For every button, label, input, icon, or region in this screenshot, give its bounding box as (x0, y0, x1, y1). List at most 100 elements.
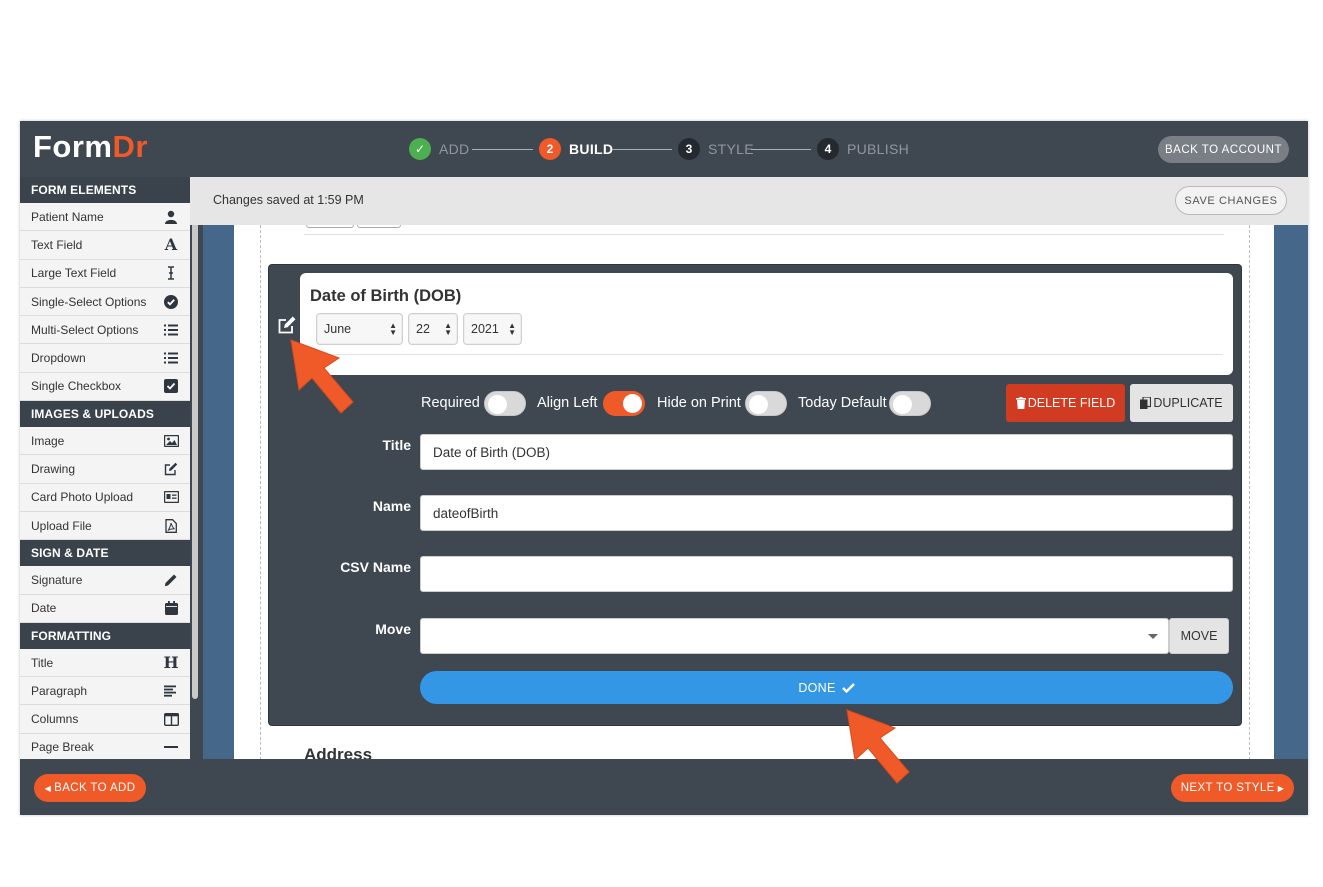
field-preview: Date of Birth (DOB) June ▲ ▼ 22 ▲ ▼ 2021 ▲ ▼ (300, 273, 1233, 375)
hide-on-print-toggle[interactable] (745, 391, 787, 416)
align-left-toggle[interactable] (603, 391, 645, 416)
sidebar-item-large-text-field[interactable]: Large Text Field (20, 259, 190, 288)
name-input[interactable]: dateofBirth (420, 495, 1233, 531)
file-pdf-icon (163, 518, 179, 534)
sidebar-item-card-photo-upload[interactable]: Card Photo Upload (20, 483, 190, 512)
step-publish[interactable]: 4 PUBLISH (817, 138, 909, 160)
text-cursor-icon (163, 265, 179, 281)
day-select[interactable]: 22 ▲ ▼ (408, 313, 458, 345)
caret-right-icon: ▶ (1277, 783, 1285, 793)
calendar-icon (163, 600, 179, 616)
image-icon (163, 433, 179, 449)
sidebar-item-single-checkbox[interactable]: Single Checkbox (20, 372, 190, 402)
step-add[interactable]: ✓ ADD (409, 138, 469, 160)
check-circle-icon (163, 294, 179, 310)
back-to-account-button[interactable]: BACK TO ACCOUNT (1158, 136, 1289, 163)
done-button[interactable]: DONE (420, 671, 1233, 704)
hide-on-print-label: Hide on Print (657, 395, 741, 411)
copy-icon (1140, 397, 1152, 409)
list-icon (163, 322, 179, 338)
duplicate-button[interactable]: DUPLICATE (1130, 384, 1233, 422)
sidebar-item-title[interactable]: Title H (20, 648, 190, 678)
saved-status: Changes saved at 1:59 PM (213, 193, 364, 207)
sidebar-item-image[interactable]: Image (20, 427, 190, 456)
previous-field-button[interactable] (306, 225, 354, 228)
delete-field-button[interactable]: DELETE FIELD (1006, 384, 1125, 422)
sidebar-section-sign-date: SIGN & DATE (20, 540, 190, 567)
select-arrows-icon: ▲ ▼ (444, 321, 452, 337)
sidebar-item-drawing[interactable]: Drawing (20, 455, 190, 484)
move-button[interactable]: MOVE (1169, 618, 1229, 654)
sidebar-item-text-field[interactable]: Text Field A (20, 231, 190, 260)
required-label: Required (421, 395, 480, 411)
sidebar-item-single-select[interactable]: Single-Select Options (20, 287, 190, 317)
divider (310, 354, 1223, 355)
sidebar-item-columns[interactable]: Columns (20, 705, 190, 734)
pointer-arrow-icon (290, 339, 354, 414)
sidebar-section-form-elements: FORM ELEMENTS (20, 177, 190, 203)
sidebar-section-formatting: FORMATTING (20, 622, 190, 649)
caret-left-icon: ◀ (44, 783, 52, 793)
sidebar-item-signature[interactable]: Signature (20, 566, 190, 595)
step-connector (472, 149, 533, 150)
csv-name-label: CSV Name (340, 559, 411, 575)
status-bar: Changes saved at 1:59 PM SAVE CHANGES (190, 177, 1308, 225)
columns-icon (163, 711, 179, 727)
field-title: Date of Birth (DOB) (310, 287, 462, 305)
sidebar: FORM ELEMENTS Patient Name Text Field A … (20, 177, 190, 759)
sidebar-scrollbar[interactable] (192, 179, 198, 699)
footer-bar: ◀ BACK TO ADD NEXT TO STYLE ▶ (20, 759, 1308, 815)
sidebar-item-paragraph[interactable]: Paragraph (20, 677, 190, 706)
list-icon (163, 350, 179, 366)
title-label: Title (382, 437, 411, 453)
field-edit-panel: Date of Birth (DOB) June ▲ ▼ 22 ▲ ▼ 2021 ▲ ▼ R… (268, 264, 1242, 726)
sidebar-item-dropdown[interactable]: Dropdown (20, 344, 190, 373)
chevron-down-icon (1148, 634, 1158, 639)
align-left-label: Align Left (537, 395, 598, 411)
next-to-style-button[interactable]: NEXT TO STYLE ▶ (1171, 774, 1294, 802)
edit-icon[interactable] (277, 315, 297, 335)
year-select[interactable]: 2021 ▲ ▼ (463, 313, 522, 345)
checkbox-icon (163, 378, 179, 394)
select-arrows-icon: ▲ ▼ (508, 321, 516, 337)
name-label: Name (372, 498, 411, 514)
minus-icon (163, 739, 179, 755)
select-arrows-icon: ▲ ▼ (389, 321, 397, 337)
step-connector (751, 149, 811, 150)
sidebar-item-date[interactable]: Date (20, 594, 190, 623)
heading-icon: H (163, 653, 179, 672)
step-build[interactable]: 2 BUILD (539, 138, 613, 160)
sidebar-item-page-break[interactable]: Page Break (20, 733, 190, 759)
sidebar-section-images-uploads: IMAGES & UPLOADS (20, 401, 190, 428)
id-card-icon (163, 489, 179, 505)
previous-field-button[interactable] (357, 225, 401, 228)
move-select[interactable] (420, 618, 1169, 654)
move-label: Move (375, 621, 411, 637)
csv-name-input[interactable] (420, 556, 1233, 592)
align-left-icon (163, 683, 179, 699)
edit-icon (163, 461, 179, 477)
person-icon (163, 209, 179, 225)
save-changes-button[interactable]: SAVE CHANGES (1175, 186, 1287, 215)
check-icon (841, 682, 855, 693)
text-a-icon: A (164, 235, 178, 255)
trash-icon (1015, 397, 1026, 409)
divider (304, 234, 1224, 235)
title-input[interactable]: Date of Birth (DOB) (420, 434, 1233, 470)
pencil-icon (163, 572, 179, 588)
step-style[interactable]: 3 STYLE (678, 138, 754, 160)
sidebar-item-multi-select[interactable]: Multi-Select Options (20, 316, 190, 345)
top-bar: FormDr ✓ ADD 2 BUILD 3 STYLE 4 PUBLISH B… (20, 121, 1308, 177)
check-icon: ✓ (409, 138, 431, 160)
today-default-toggle[interactable] (889, 391, 931, 416)
today-default-label: Today Default (798, 395, 887, 411)
next-field-title: Address (304, 745, 373, 759)
app-window: FormDr ✓ ADD 2 BUILD 3 STYLE 4 PUBLISH B… (20, 121, 1308, 815)
step-connector (612, 149, 672, 150)
pointer-arrow-icon (846, 709, 910, 784)
required-toggle[interactable] (484, 391, 526, 416)
back-to-add-button[interactable]: ◀ BACK TO ADD (34, 774, 146, 802)
sidebar-item-upload-file[interactable]: Upload File (20, 511, 190, 541)
sidebar-item-patient-name[interactable]: Patient Name (20, 203, 190, 232)
logo: FormDr (33, 129, 148, 164)
